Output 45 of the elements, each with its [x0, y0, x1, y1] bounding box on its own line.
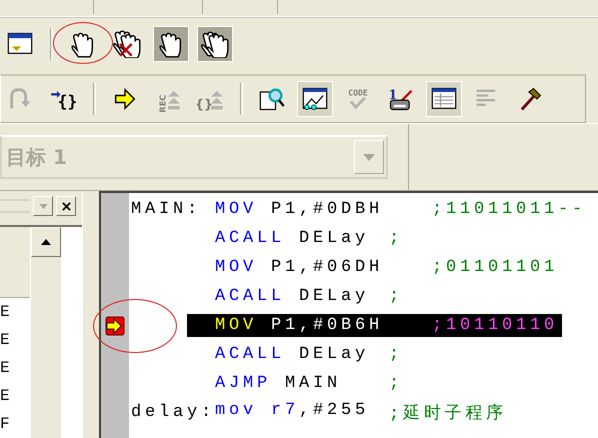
- code-keyword: ACALL: [215, 229, 286, 248]
- code-keyword: MOV: [215, 316, 258, 336]
- code-comment: ;01101101: [432, 258, 558, 278]
- list-item-text: E: [0, 386, 11, 408]
- dropdown-arrow-icon: [363, 154, 375, 161]
- operand-text: MAIN: [285, 374, 342, 394]
- crossed-hand-icon: [113, 30, 141, 58]
- operand-text: P1,#0DBH: [271, 200, 384, 220]
- two-hands-icon: [201, 30, 229, 58]
- code-keyword: MOV: [215, 200, 258, 220]
- code-label: MAIN:: [131, 200, 202, 220]
- code-comment: ;: [389, 287, 404, 306]
- scroll-up-button[interactable]: [31, 227, 61, 258]
- code-comment: ;: [389, 345, 404, 364]
- list-item-text: E: [0, 358, 11, 380]
- operand-text: P1,#0B6H: [271, 316, 384, 336]
- toolbar-button[interactable]: [297, 81, 333, 118]
- code-keyword: MOV: [215, 258, 258, 278]
- list-item-text: F: [0, 414, 11, 436]
- code-keyword: AJMP: [215, 374, 272, 394]
- toolbar-button[interactable]: [197, 26, 233, 62]
- operand-text: DELay: [299, 345, 370, 364]
- code-keyword: ACALL: [215, 287, 286, 306]
- operand-text: DELay: [299, 287, 370, 306]
- code-comment: ;11011011--: [432, 200, 586, 220]
- toolbar-button[interactable]: [426, 81, 462, 118]
- register-name: r7: [271, 401, 300, 422]
- code-comment: ;: [389, 229, 404, 248]
- list-item-text: E: [0, 330, 11, 352]
- close-icon: [62, 202, 70, 211]
- operand-text: DELay: [299, 229, 370, 248]
- up-arrow-icon: [41, 239, 51, 246]
- code-keyword: mov: [215, 401, 258, 422]
- code-comment: ;延时子程序: [389, 402, 508, 424]
- code-label: delay:: [131, 403, 216, 422]
- code-comment: ;10110110: [432, 316, 558, 336]
- operand-text: P1,#06DH: [271, 258, 384, 278]
- list-item-text: E: [0, 302, 11, 324]
- toolbar-button[interactable]: [153, 26, 189, 62]
- code-comment: ;: [389, 374, 404, 394]
- code-keyword: ACALL: [215, 345, 286, 364]
- operand-text: ,#255: [299, 401, 370, 422]
- dropdown-arrow-icon: [38, 204, 48, 209]
- panel-menu-button[interactable]: [33, 196, 53, 216]
- close-button[interactable]: [56, 196, 76, 216]
